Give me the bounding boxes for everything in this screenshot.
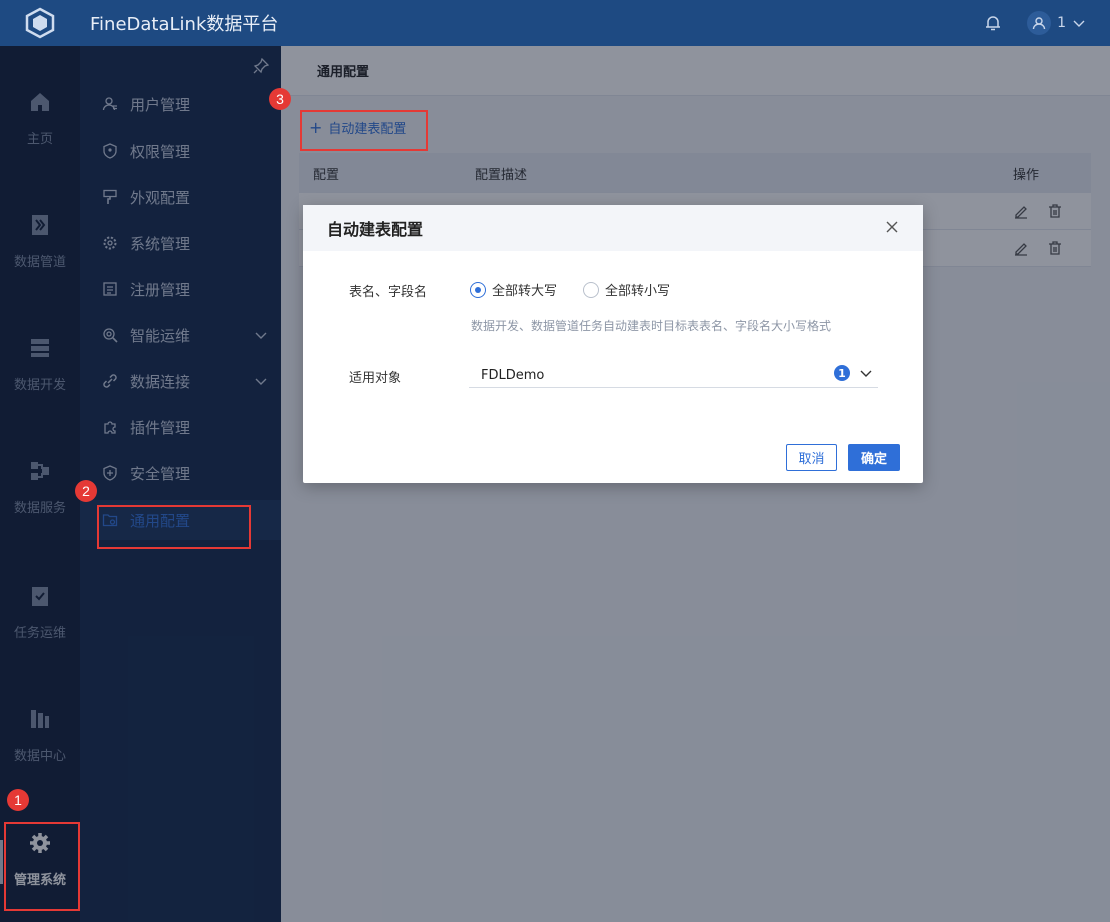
radio-uppercase[interactable]: 全部转大写: [470, 280, 557, 299]
radio-lowercase[interactable]: 全部转小写: [583, 280, 670, 299]
step-badge: 3: [269, 88, 291, 110]
auto-table-config-dialog: 自动建表配置 表名、字段名 全部转大写 全部转小写 数据开发、数据管道任务自动建…: [303, 205, 923, 483]
highlight-box-general-config: [97, 505, 251, 549]
selected-count-badge: 1: [834, 365, 850, 381]
app-title: FineDataLink数据平台: [90, 14, 279, 35]
dialog-title: 自动建表配置: [303, 205, 923, 251]
radio-unchecked[interactable]: [583, 281, 599, 298]
radio-label: 全部转大写: [492, 284, 558, 299]
avatar: [1027, 11, 1052, 35]
radio-checked[interactable]: [470, 281, 486, 298]
user-name: 1: [1057, 15, 1066, 31]
highlight-box-admin: [4, 822, 80, 911]
scope-select[interactable]: FDLDemo 1: [469, 364, 878, 388]
chevron-down-icon: [1073, 20, 1085, 27]
select-value: FDLDemo: [481, 368, 545, 383]
confirm-button[interactable]: 确定: [848, 444, 900, 471]
cancel-button[interactable]: 取消: [786, 444, 837, 471]
step-badge: 2: [75, 480, 97, 502]
top-bar: FineDataLink数据平台 1: [0, 0, 1110, 46]
radio-label: 全部转小写: [605, 284, 671, 299]
highlight-box-add-config: [300, 110, 428, 151]
app-logo-icon[interactable]: [0, 0, 80, 46]
step-badge: 1: [7, 789, 29, 811]
modal-backdrop[interactable]: [0, 46, 1110, 922]
chevron-down-icon[interactable]: [860, 367, 872, 379]
scope-label: 适用对象: [349, 371, 402, 386]
field-hint: 数据开发、数据管道任务自动建表时目标表表名、字段名大小写格式: [471, 319, 832, 333]
bell-icon[interactable]: [983, 13, 1003, 33]
close-icon[interactable]: [885, 220, 899, 234]
case-format-label: 表名、字段名: [349, 285, 428, 300]
user-menu[interactable]: 1: [1027, 11, 1086, 35]
